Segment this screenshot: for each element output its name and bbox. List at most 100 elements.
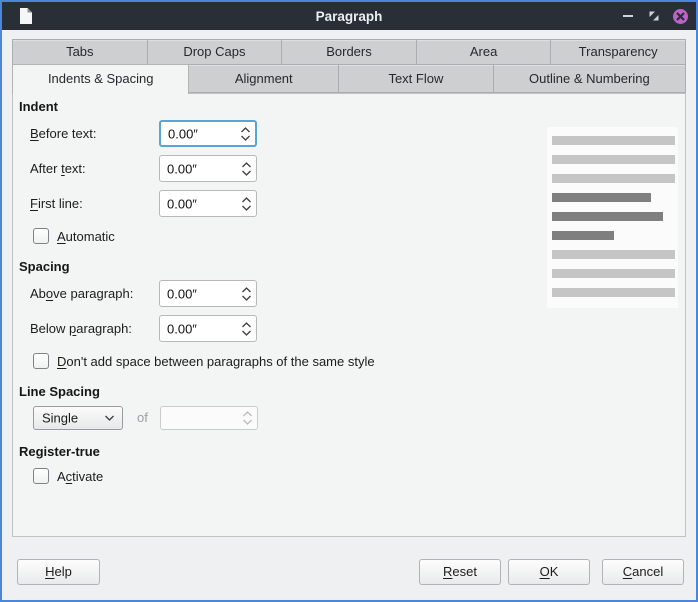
automatic-checkbox-row: Automatic [33, 225, 115, 247]
line-spacing-dropdown[interactable]: Single [33, 406, 123, 430]
label-accelerator: O [540, 564, 550, 579]
before-text-spinbox[interactable]: 0.00″ [159, 120, 257, 147]
after-text-row: After text: 0.00″ [30, 155, 257, 182]
tab-text-flow[interactable]: Text Flow [338, 64, 494, 93]
help-button[interactable]: Help [17, 559, 100, 585]
tab-label: Borders [326, 44, 372, 59]
tab-transparency[interactable]: Transparency [550, 39, 686, 65]
spin-up-icon[interactable] [241, 161, 252, 168]
tab-row-2: Indents & Spacing Alignment Text Flow Ou… [12, 65, 686, 93]
close-icon [673, 9, 688, 24]
preview-bar [552, 288, 675, 297]
activate-checkbox[interactable] [33, 468, 49, 484]
tab-strip: Tabs Drop Caps Borders Area Transparency… [12, 39, 686, 93]
label-text: aragraph: [76, 321, 132, 336]
paragraph-dialog: Paragraph Tabs Drop Caps Borders Area Tr… [0, 0, 698, 602]
tab-label: Area [470, 44, 497, 59]
cancel-button[interactable]: Cancel [602, 559, 684, 585]
label-accelerator: R [443, 564, 452, 579]
label-accelerator: C [623, 564, 632, 579]
no-space-same-style-checkbox[interactable] [33, 353, 49, 369]
automatic-label[interactable]: Automatic [57, 229, 115, 244]
line-spacing-row: Single of [13, 406, 685, 430]
restore-button[interactable] [646, 8, 662, 24]
tab-label: Text Flow [388, 71, 443, 86]
label-accelerator: D [57, 354, 66, 369]
spin-down-icon[interactable] [240, 134, 251, 141]
line-spacing-selected-value: Single [42, 411, 78, 426]
label-text: tivate [72, 469, 103, 484]
label-text: ancel [632, 564, 663, 579]
below-paragraph-value: 0.00″ [167, 321, 197, 336]
tab-outline-and-numbering[interactable]: Outline & Numbering [493, 64, 686, 93]
spin-down-icon[interactable] [241, 329, 252, 336]
activate-label[interactable]: Activate [57, 469, 103, 484]
preview-bar [552, 231, 614, 240]
spin-down-icon[interactable] [241, 294, 252, 301]
above-paragraph-row: Above paragraph: 0.00″ [30, 280, 257, 307]
tab-label: Drop Caps [183, 44, 245, 59]
label-text: eset [452, 564, 477, 579]
first-line-spinbox[interactable]: 0.00″ [159, 190, 257, 217]
spin-down-icon[interactable] [241, 169, 252, 176]
spin-up-icon[interactable] [241, 321, 252, 328]
tab-label: Alignment [235, 71, 293, 86]
label-text: ve paragraph: [53, 286, 133, 301]
below-paragraph-spinbox[interactable]: 0.00″ [159, 315, 257, 342]
after-text-value: 0.00″ [167, 161, 197, 176]
preview-bar [552, 250, 675, 259]
label-text: elp [55, 564, 72, 579]
preview-bar [552, 269, 675, 278]
before-text-label: Before text: [30, 126, 159, 141]
tab-indents-and-spacing[interactable]: Indents & Spacing [12, 64, 189, 94]
spacing-section-heading: Spacing [19, 259, 70, 274]
no-space-same-style-row: Don't add space between paragraphs of th… [33, 350, 375, 372]
tab-drop-caps[interactable]: Drop Caps [147, 39, 283, 65]
label-text: efore text: [39, 126, 97, 141]
spin-down-icon [242, 419, 253, 426]
above-paragraph-spinbox[interactable]: 0.00″ [159, 280, 257, 307]
tab-label: Transparency [579, 44, 658, 59]
line-spacing-section-heading: Line Spacing [19, 384, 100, 399]
no-space-same-style-label[interactable]: Don't add space between paragraphs of th… [57, 354, 375, 369]
minimize-button[interactable] [620, 8, 636, 24]
label-text: After [30, 161, 61, 176]
ok-button[interactable]: OK [508, 559, 590, 585]
tab-alignment[interactable]: Alignment [188, 64, 339, 93]
spin-down-icon[interactable] [241, 204, 252, 211]
tab-borders[interactable]: Borders [281, 39, 417, 65]
chevron-down-icon [104, 415, 115, 422]
after-text-spinbox[interactable]: 0.00″ [159, 155, 257, 182]
restore-icon [648, 10, 660, 22]
label-text: A [57, 469, 66, 484]
spin-up-icon[interactable] [240, 126, 251, 133]
below-paragraph-label: Below paragraph: [30, 321, 159, 336]
preview-bar [552, 174, 675, 183]
tab-label: Tabs [66, 44, 93, 59]
indent-section-heading: Indent [19, 99, 58, 114]
above-paragraph-value: 0.00″ [167, 286, 197, 301]
reset-button[interactable]: Reset [419, 559, 501, 585]
label-text: K [550, 564, 559, 579]
spin-up-icon[interactable] [241, 196, 252, 203]
after-text-label: After text: [30, 161, 159, 176]
spin-up-icon [242, 411, 253, 418]
label-accelerator: H [45, 564, 54, 579]
titlebar[interactable]: Paragraph [2, 2, 696, 30]
above-paragraph-label: Above paragraph: [30, 286, 159, 301]
label-accelerator: A [57, 229, 66, 244]
label-accelerator: F [30, 196, 38, 211]
spin-up-icon[interactable] [241, 286, 252, 293]
tab-area[interactable]: Area [416, 39, 552, 65]
close-button[interactable] [672, 8, 688, 24]
preview-bar [552, 212, 663, 221]
before-text-value: 0.00″ [168, 126, 198, 141]
preview-bar [552, 136, 675, 145]
activate-checkbox-row: Activate [33, 465, 103, 487]
label-accelerator: B [30, 126, 39, 141]
tab-tabs[interactable]: Tabs [12, 39, 148, 65]
paragraph-preview [547, 127, 678, 308]
before-text-row: Before text: 0.00″ [30, 120, 257, 147]
window-controls [620, 2, 688, 30]
automatic-checkbox[interactable] [33, 228, 49, 244]
